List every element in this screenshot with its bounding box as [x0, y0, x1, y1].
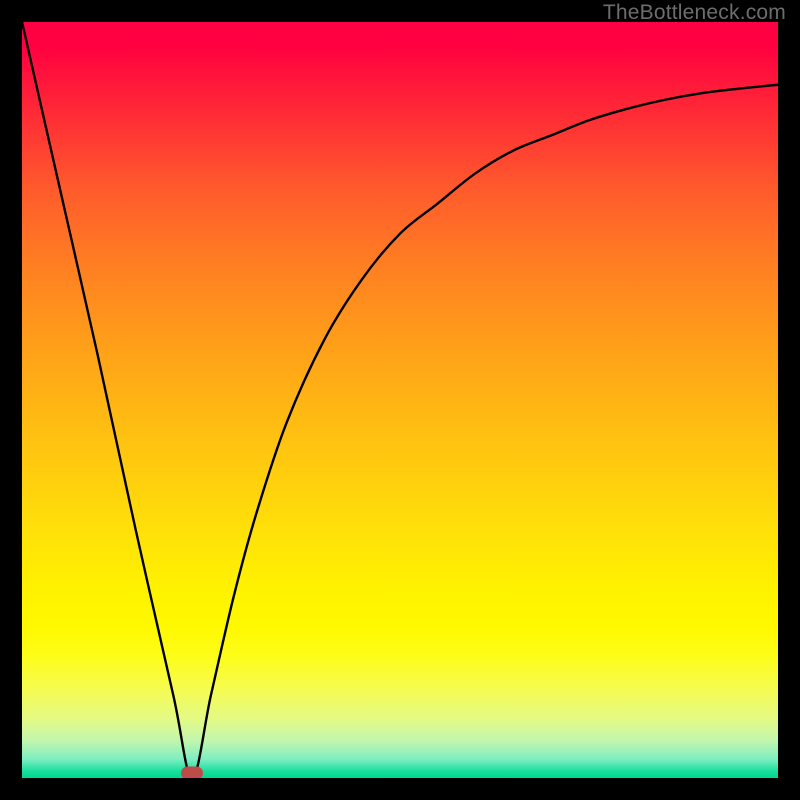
plot-area — [22, 22, 778, 778]
curve-svg — [22, 22, 778, 778]
bottleneck-curve — [22, 22, 778, 778]
optimal-point-marker — [181, 766, 203, 778]
watermark-text: TheBottleneck.com — [603, 1, 786, 25]
chart-frame: TheBottleneck.com — [0, 0, 800, 800]
